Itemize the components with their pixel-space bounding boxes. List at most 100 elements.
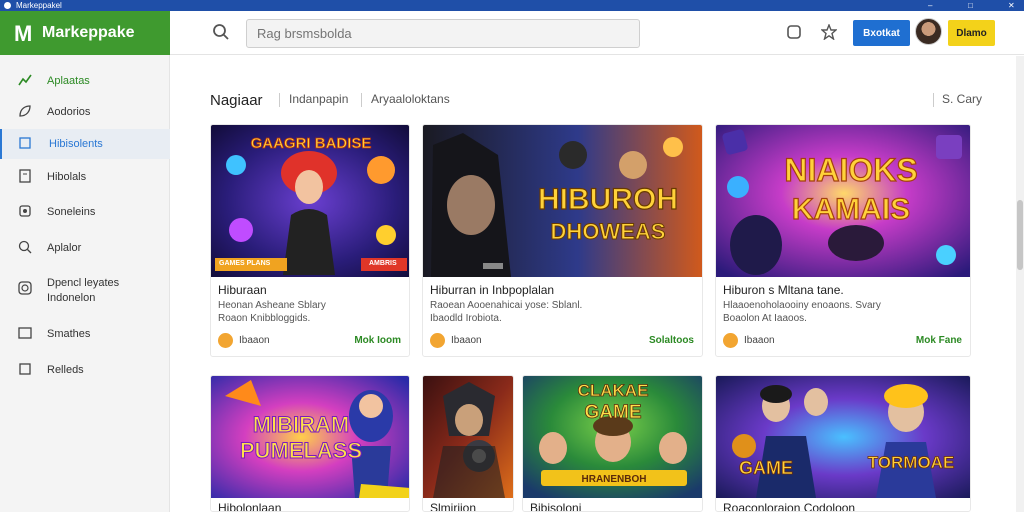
svg-text:MIBIRAM: MIBIRAM <box>253 412 350 437</box>
square-icon <box>19 363 31 375</box>
card-link[interactable]: Mok Ioom <box>354 335 401 346</box>
divider <box>933 93 934 107</box>
divider <box>361 93 362 107</box>
sidebar-item-label: Aodorios <box>47 106 91 118</box>
game-card[interactable]: MIBIRAM PUMELASS Hibolonlaan <box>210 375 410 512</box>
top-bar: Bxotkat Dlamo <box>170 11 1024 55</box>
svg-text:PUMELASS: PUMELASS <box>240 438 362 463</box>
game-artwork <box>423 376 513 498</box>
svg-text:HIBUROH: HIBUROH <box>538 183 678 216</box>
sidebar-item-sublabel: Indonelon <box>47 292 96 304</box>
sidebar-item-label: Aplalor <box>47 242 82 254</box>
svg-text:NIAIOKS: NIAIOKS <box>784 152 917 188</box>
sidebar-item-8[interactable]: Relleds <box>0 356 170 386</box>
window-title: Markeppakel <box>16 1 62 10</box>
app-logo-icon <box>4 2 11 9</box>
game-card[interactable]: CLAKAE GAME HRANENBOH Bibisoloni <box>522 375 703 512</box>
sort-dropdown[interactable]: S. Cary <box>942 92 982 106</box>
brand-name: Markeppake <box>42 24 135 41</box>
maximize-icon[interactable]: □ <box>968 0 973 11</box>
scrollbar-thumb[interactable] <box>1017 200 1023 270</box>
avatar[interactable] <box>915 18 942 45</box>
search-icon[interactable] <box>212 23 230 41</box>
svg-text:GAME: GAME <box>585 402 642 423</box>
sidebar-item-1[interactable]: Aodorios <box>0 98 170 128</box>
svg-text:DHOWEAS: DHOWEAS <box>551 219 666 244</box>
card-title: Hibolonlaan <box>218 501 282 512</box>
card-description: Heonan Asheane Sblary <box>218 300 326 311</box>
game-card[interactable]: NIAIOKS KAMAIS Hiburon s Mltana tane. Hl… <box>715 124 971 357</box>
chart-icon <box>18 74 32 86</box>
card-description: Raoean Aooenahicai yose: Sblanl. <box>430 300 583 311</box>
filter-tab-1[interactable]: Indanpapin <box>289 92 348 106</box>
demo-button[interactable]: Dlamo <box>948 20 995 46</box>
card-description: Ibaodld Irobiota. <box>430 313 502 324</box>
game-card[interactable]: HIBUROH DHOWEAS Hiburran in Inbpoplalan … <box>422 124 703 357</box>
svg-text:CLAKAE: CLAKAE <box>578 381 649 400</box>
coin-icon <box>723 333 738 348</box>
sidebar-item-label: Soneleins <box>47 206 96 218</box>
sidebar-item-3[interactable]: Hibolals <box>0 163 170 193</box>
refresh-icon <box>18 281 32 295</box>
game-title-art: GAME TORMOAE <box>739 453 955 479</box>
filter-heading[interactable]: Nagiaar <box>210 92 263 109</box>
window-titlebar: Markeppakel – □ ✕ <box>0 0 1024 11</box>
leaf-icon <box>19 105 31 117</box>
card-link[interactable]: Mok Fane <box>916 335 962 346</box>
sidebar-item-5[interactable]: Aplalor <box>0 234 170 264</box>
game-card[interactable]: GAME TORMOAE Roaconloraion Codoloon <box>715 375 971 512</box>
game-title-art: MIBIRAM PUMELASS <box>239 412 362 464</box>
main-content: Nagiaar Indanpapin Aryaaloloktans S. Car… <box>171 56 1016 512</box>
primary-action-button[interactable]: Bxotkat <box>853 20 910 46</box>
filter-tab-2[interactable]: Aryaaloloktans <box>371 92 450 106</box>
sidebar-item-label: Dpencl leyates <box>47 277 120 289</box>
card-title: Slmiriion Coduo <box>430 501 477 512</box>
document-icon <box>19 169 31 183</box>
sidebar: Aplaatas Aodorios Hibisolents Hibolals S… <box>0 55 170 512</box>
sidebar-item-label: Smathes <box>47 328 91 340</box>
brand-block[interactable]: M Markeppake <box>0 11 170 55</box>
sidebar-item-label: Relleds <box>47 364 84 376</box>
card-price: Ibaaon <box>451 335 482 346</box>
svg-text:TORMOAE: TORMOAE <box>868 453 955 472</box>
brand-logo-icon: M <box>14 21 33 46</box>
card-title: Bibisoloni <box>530 501 582 512</box>
window-icon <box>18 327 32 339</box>
card-title: Hiburran in Inbpoplalan <box>430 283 555 297</box>
star-icon[interactable] <box>821 24 837 40</box>
card-link[interactable]: Solaltoos <box>649 335 694 346</box>
sidebar-item-6[interactable]: Dpencl leyates Indonelon <box>0 271 170 309</box>
window-icon[interactable] <box>786 24 802 40</box>
sidebar-item-label: Aplaatas <box>47 75 90 87</box>
sidebar-item-label: Hibolals <box>47 171 87 183</box>
svg-text:GAME: GAME <box>739 458 793 478</box>
sidebar-item-label: Hibisolents <box>49 138 103 150</box>
coin-icon <box>430 333 445 348</box>
card-title: Hiburaan <box>218 283 267 297</box>
card-description: Hlaaoenoholaooiny enoaons. Svary <box>723 300 881 311</box>
sidebar-item-7[interactable]: Smathes <box>0 320 170 350</box>
card-title: Hiburon s Mltana tane. <box>723 283 844 297</box>
art-banner: HRANENBOH <box>582 474 647 485</box>
card-price: Ibaaon <box>239 335 270 346</box>
art-banner-right: AMBRIS <box>369 260 397 267</box>
game-title-art: CLAKAE GAME <box>577 381 649 424</box>
minimize-icon[interactable]: – <box>928 0 932 11</box>
coin-icon <box>218 333 233 348</box>
game-title-art: GAAGRI BADISE <box>250 135 372 153</box>
sidebar-item-2[interactable]: Hibisolents <box>0 129 170 159</box>
card-description: Roaon Knibbloggids. <box>218 313 311 324</box>
card-description: Boaolon At Iaaoos. <box>723 313 807 324</box>
sidebar-item-4[interactable]: Soneleins <box>0 198 170 228</box>
close-icon[interactable]: ✕ <box>1008 0 1015 11</box>
game-title-art: NIAIOKS KAMAIS <box>784 151 919 226</box>
search-input[interactable] <box>246 19 640 48</box>
game-card[interactable]: Slmiriion Coduo <box>422 375 514 512</box>
search-icon <box>18 240 32 254</box>
scrollbar[interactable] <box>1016 56 1024 512</box>
card-title: Roaconloraion Codoloon <box>723 501 856 512</box>
sidebar-item-0[interactable]: Aplaatas <box>0 67 170 97</box>
game-title-art: HIBUROH DHOWEAS <box>537 182 678 244</box>
game-card[interactable]: GAAGRI BADISE GAMES PLANS AMBRIS Hiburaa… <box>210 124 410 357</box>
card-price: Ibaaon <box>744 335 775 346</box>
